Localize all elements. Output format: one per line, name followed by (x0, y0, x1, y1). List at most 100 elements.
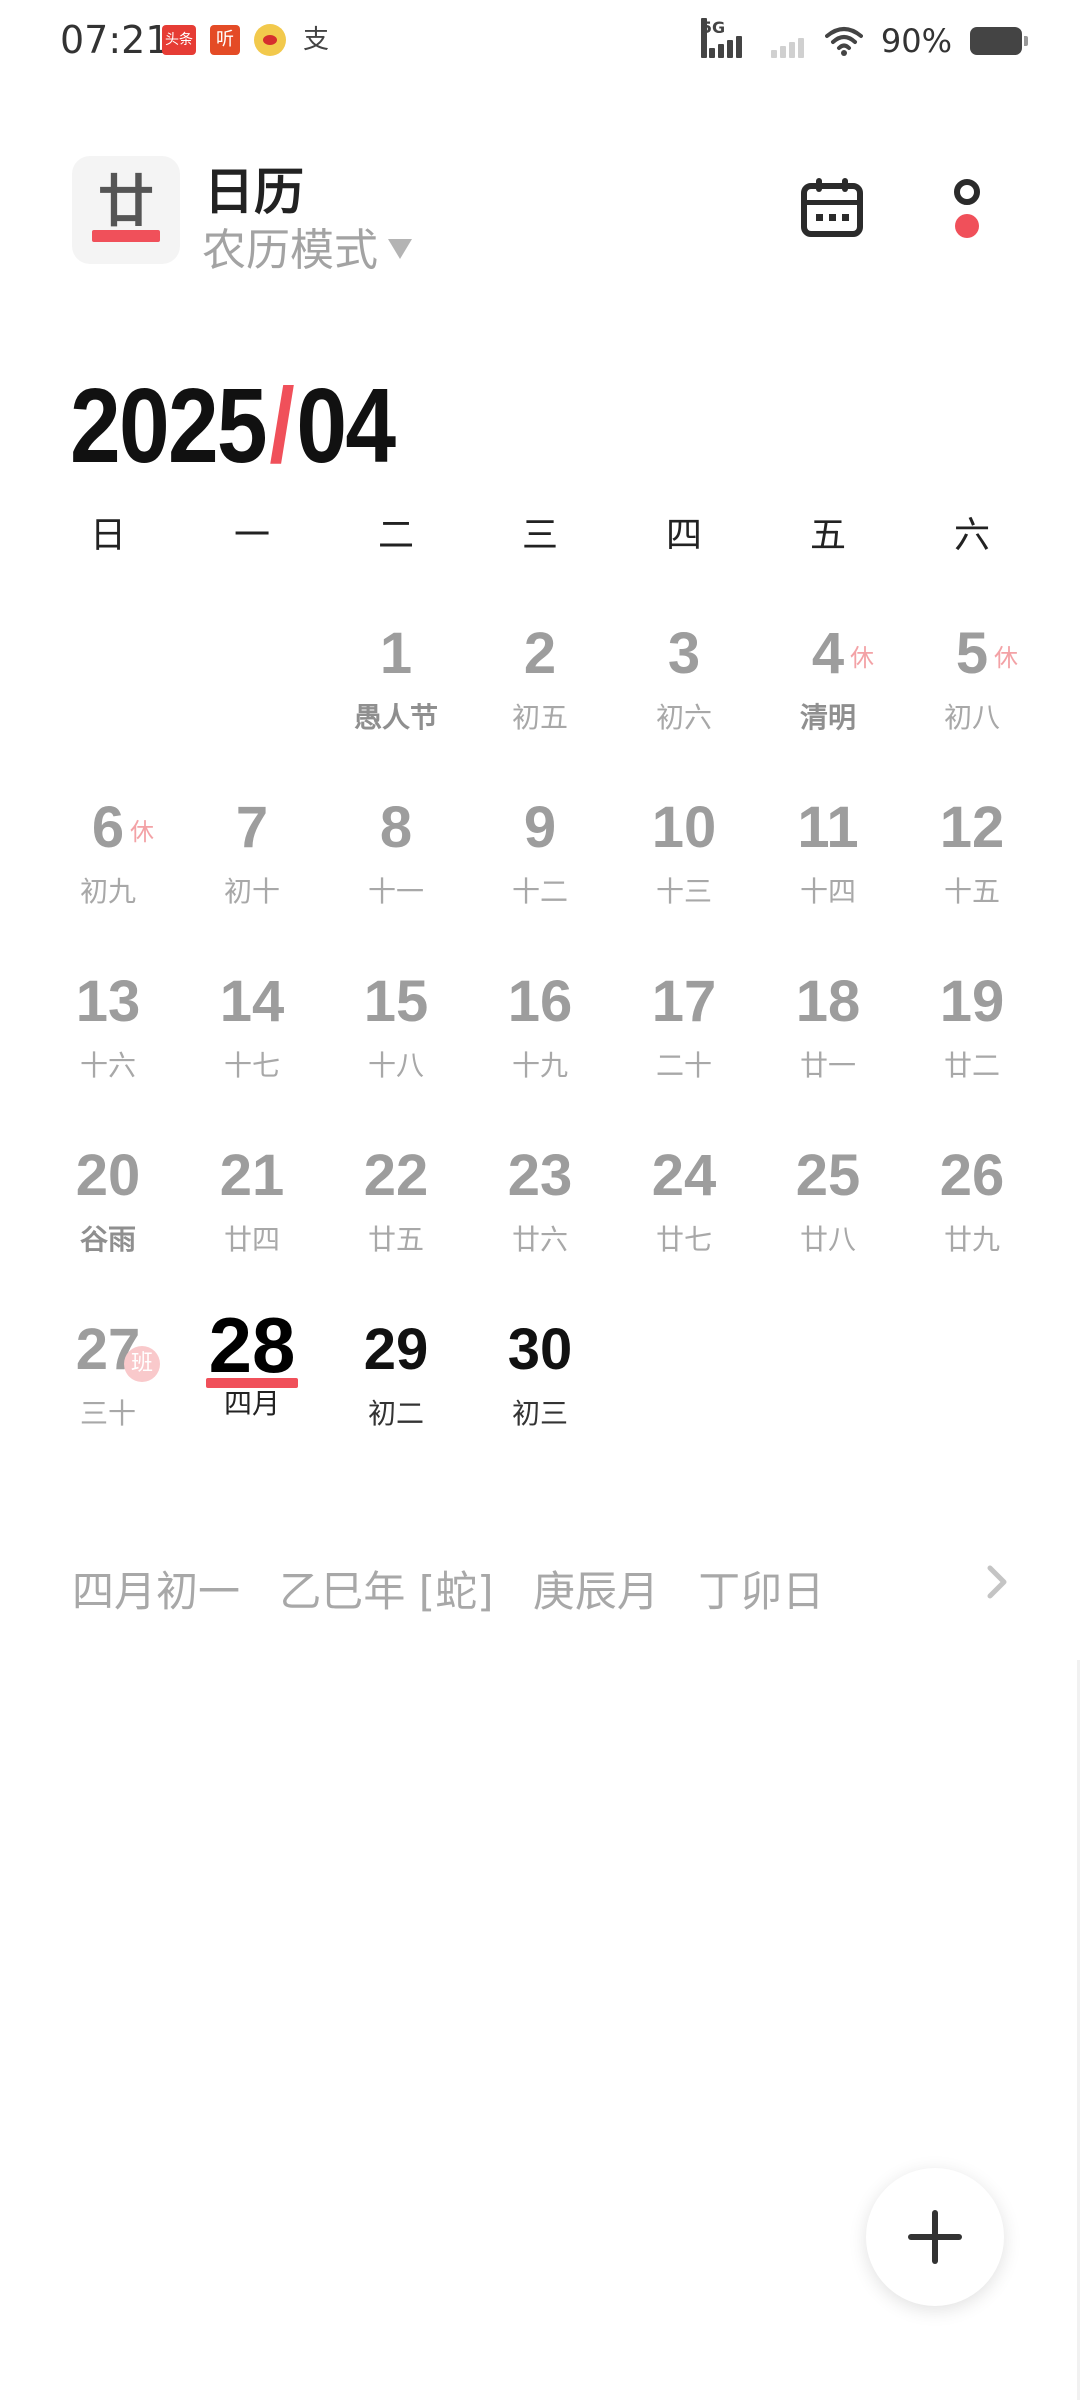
holiday-rest-badge: 休 (850, 644, 874, 672)
calendar-day[interactable]: 1 愚人节 (324, 620, 468, 770)
calendar-day[interactable]: 22 廿五 (324, 1142, 468, 1292)
day-lunar-label: 初八 (943, 701, 1000, 734)
calendar-day[interactable]: 5 初八 休 (900, 620, 1044, 770)
calendar-day[interactable]: 13 十六 (36, 968, 180, 1118)
network-type-label: 5G (700, 18, 725, 58)
battery-icon (970, 27, 1028, 55)
day-lunar-label: 初九 (79, 875, 136, 908)
calendar-day[interactable]: 14 十七 (180, 968, 324, 1118)
day-lunar-label: 廿六 (511, 1223, 568, 1256)
month-title[interactable]: 2025 / 04 (70, 366, 396, 487)
day-number: 19 (939, 969, 1005, 1034)
calendar-day-today[interactable]: 28 四月 (180, 1306, 324, 1466)
lunar-date: 四月初一 (72, 1567, 241, 1616)
day-number: 24 (651, 1143, 717, 1208)
calendar-day[interactable]: 6 初九 休 (36, 794, 180, 944)
calendar-day[interactable]: 19 廿二 (900, 968, 1044, 1118)
calendar-day[interactable]: 11 十四 (756, 794, 900, 944)
weekday-label: 六 (953, 515, 990, 556)
calendar-day[interactable]: 21 廿四 (180, 1142, 324, 1292)
calendar-day[interactable]: 10 十三 (612, 794, 756, 944)
calendar-day[interactable]: 25 廿八 (756, 1142, 900, 1292)
calendar-day[interactable]: 12 十五 (900, 794, 1044, 944)
app-logo-icon: 廿 (72, 156, 180, 264)
day-number: 22 (363, 1143, 429, 1208)
day-lunar-label: 十八 (367, 1049, 424, 1082)
day-number: 27 (75, 1317, 141, 1382)
day-number: 20 (75, 1143, 141, 1208)
day-festival-label: 谷雨 (79, 1223, 136, 1256)
day-number: 23 (507, 1143, 573, 1208)
day-number: 9 (523, 795, 557, 860)
weekday-label: 五 (809, 515, 846, 556)
calendar-day[interactable]: 4 清明 休 (756, 620, 900, 770)
alipay-icon: 支 (303, 25, 330, 55)
weekday-header: 日 一 二 三 四 五 六 (36, 506, 1044, 558)
calendar-app: 07:21 头条 听 支 5G 90% 廿 日历 农历模式 2025 / 04 … (0, 0, 1080, 2400)
day-number: 8 (379, 795, 413, 860)
calendar-day[interactable]: 17 二十 (612, 968, 756, 1118)
day-number: 26 (939, 1143, 1005, 1208)
calendar-day[interactable]: 29 初二 (324, 1316, 468, 1466)
day-lunar-label: 初五 (511, 701, 568, 734)
day-lunar-label: 廿九 (943, 1223, 1000, 1256)
day-lunar-label: 二十 (655, 1049, 712, 1082)
calendar-day[interactable]: 30 初三 (468, 1316, 612, 1466)
status-indicators: 5G 90% (700, 18, 1028, 60)
status-time: 07:21 (60, 18, 170, 62)
day-number: 1 (379, 621, 413, 686)
day-lunar-label: 十四 (799, 875, 856, 908)
calendar-day[interactable]: 16 十九 (468, 968, 612, 1118)
calendar-mode-label: 农历模式 (202, 225, 378, 276)
month-title-month: 04 (296, 367, 396, 485)
day-number: 3 (667, 621, 701, 686)
day-lunar-label: 十二 (511, 875, 568, 908)
signal-sim2-icon (763, 24, 807, 58)
day-number: 7 (235, 795, 269, 860)
day-number: 10 (651, 795, 717, 860)
chevron-right-icon[interactable] (982, 1560, 1012, 1604)
day-festival-label: 清明 (799, 701, 856, 734)
day-number: 15 (363, 969, 429, 1034)
day-number: 21 (219, 1143, 285, 1208)
calendar-day[interactable]: 15 十八 (324, 968, 468, 1118)
weibo-icon (254, 24, 286, 56)
weekday-label: 四 (665, 515, 702, 556)
calendar-day[interactable]: 23 廿六 (468, 1142, 612, 1292)
logo-bar (92, 230, 160, 242)
calendar-day[interactable]: 26 廿九 (900, 1142, 1044, 1292)
calendar-day[interactable]: 8 十一 (324, 794, 468, 944)
day-number: 12 (939, 795, 1005, 860)
day-number: 16 (507, 969, 573, 1034)
calendar-day[interactable]: 20 谷雨 (36, 1142, 180, 1292)
calendar-day[interactable]: 27 三十 班 (36, 1316, 180, 1466)
day-number: 28 (208, 1301, 296, 1389)
weekday-label: 一 (233, 515, 270, 556)
more-options-icon[interactable] (940, 176, 994, 246)
calendar-today-icon[interactable] (800, 176, 864, 240)
calendar-day[interactable]: 2 初五 (468, 620, 612, 770)
day-lunar-label: 十三 (655, 875, 712, 908)
month-title-year: 2025 (70, 367, 268, 485)
lunar-day: 丁卯日 (698, 1567, 825, 1616)
day-lunar-label: 初六 (655, 701, 712, 734)
calendar-day[interactable]: 24 廿七 (612, 1142, 756, 1292)
holiday-rest-badge: 休 (994, 644, 1018, 672)
calendar-mode-dropdown[interactable]: 农历模式 (202, 214, 412, 278)
day-lunar-label: 廿四 (223, 1223, 280, 1256)
calendar-day[interactable]: 9 十二 (468, 794, 612, 944)
status-notification-icons: 头条 听 支 (162, 24, 330, 56)
calendar-day[interactable]: 3 初六 (612, 620, 756, 770)
calendar-day[interactable]: 18 廿一 (756, 968, 900, 1118)
lunar-date-info[interactable]: 四月初一 乙巳年 [蛇] 庚辰月 丁卯日 (72, 1558, 850, 1619)
day-number: 18 (795, 969, 861, 1034)
add-event-button[interactable] (866, 2168, 1004, 2306)
battery-percent: 90% (880, 22, 952, 60)
day-number: 17 (651, 969, 717, 1034)
day-lunar-label: 十一 (367, 875, 424, 908)
calendar-day[interactable]: 7 初十 (180, 794, 324, 944)
weekday-label: 二 (377, 515, 414, 556)
day-lunar-label: 三十 (79, 1397, 136, 1430)
day-lunar-label: 十七 (223, 1049, 280, 1082)
day-lunar-label: 初三 (511, 1397, 568, 1430)
